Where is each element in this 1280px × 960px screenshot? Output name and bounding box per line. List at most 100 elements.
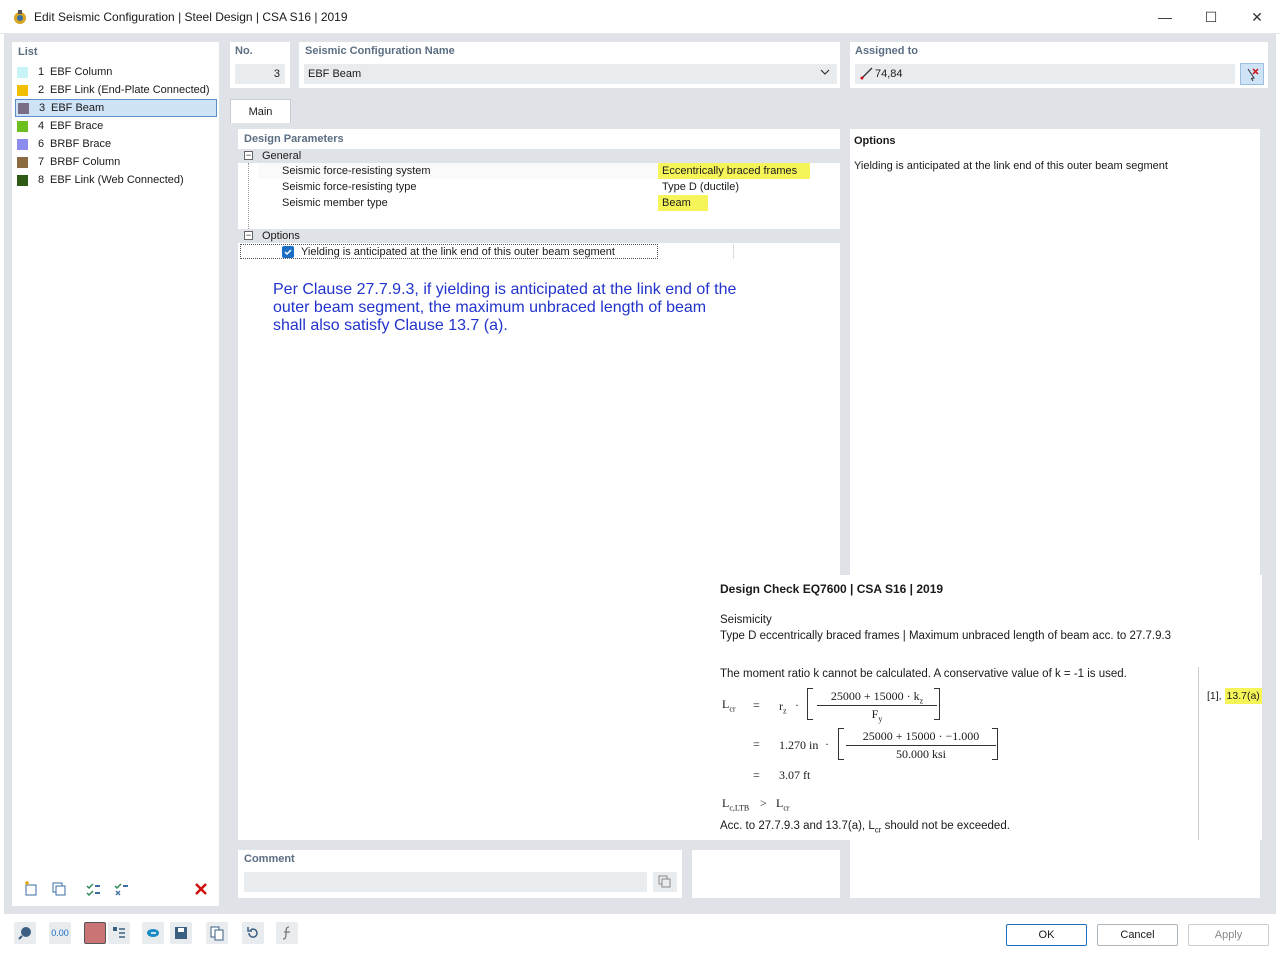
option-checkbox[interactable] bbox=[282, 246, 294, 258]
reference: [1], 13.7(a) bbox=[1207, 688, 1262, 704]
minimize-button[interactable]: — bbox=[1142, 0, 1188, 34]
decimal-places-icon[interactable]: 0.00 bbox=[49, 922, 71, 944]
uncheck-all-icon[interactable] bbox=[110, 878, 132, 900]
import-icon[interactable] bbox=[142, 922, 164, 944]
cancel-button[interactable]: Cancel bbox=[1097, 924, 1178, 946]
color-icon[interactable] bbox=[84, 922, 106, 944]
new-item-icon[interactable] bbox=[20, 878, 42, 900]
param-value-system[interactable]: Eccentrically braced frames bbox=[658, 163, 810, 179]
check-description: Type D eccentrically braced frames | Max… bbox=[720, 630, 1172, 642]
color-swatch bbox=[17, 120, 28, 132]
rz-value: 1.270 in bbox=[779, 738, 819, 752]
tab-main[interactable]: Main bbox=[230, 99, 291, 123]
app-icon bbox=[12, 9, 28, 25]
equals-3: = bbox=[753, 768, 760, 782]
close-button[interactable]: ✕ bbox=[1234, 0, 1280, 34]
apply-button[interactable]: Apply bbox=[1188, 924, 1269, 946]
check-all-icon[interactable] bbox=[82, 878, 104, 900]
list-item[interactable]: 6 BRBF Brace bbox=[15, 135, 217, 153]
assigned-field[interactable]: 74,84 bbox=[855, 64, 1235, 84]
units-icon[interactable] bbox=[108, 922, 130, 944]
reset-icon[interactable] bbox=[242, 922, 264, 944]
denominator-1: Fy bbox=[871, 707, 883, 724]
name-dropdown[interactable]: EBF Beam bbox=[304, 64, 837, 84]
rz-symbol: rz bbox=[779, 699, 787, 716]
dot-1: · bbox=[795, 698, 799, 712]
comment-copy-icon[interactable] bbox=[653, 872, 677, 892]
list-item-number: 8 bbox=[38, 174, 45, 186]
footer bbox=[0, 914, 1280, 960]
list-item-label: EBF Beam bbox=[51, 102, 105, 114]
collapse-icon[interactable]: − bbox=[244, 231, 253, 240]
list-item-label: EBF Brace bbox=[50, 120, 104, 132]
name-value: EBF Beam bbox=[308, 68, 362, 80]
name-header: Seismic Configuration Name bbox=[305, 45, 455, 57]
options-info-text: Yielding is anticipated at the link end … bbox=[854, 160, 1168, 172]
maximize-button[interactable]: ☐ bbox=[1188, 0, 1234, 34]
condition-left: Lc,LTB bbox=[722, 796, 750, 813]
save-icon[interactable] bbox=[170, 922, 192, 944]
reference-clause: 13.7(a) bbox=[1224, 688, 1262, 704]
delete-icon[interactable] bbox=[190, 878, 212, 900]
param-value-type[interactable]: Type D (ductile) bbox=[658, 179, 743, 195]
list-panel: List 1 EBF Column 2 EBF Link (End-Plate Con… bbox=[12, 42, 219, 906]
list-item[interactable]: 8 EBF Link (Web Connected) bbox=[15, 171, 217, 189]
annotation-text: Per Clause 27.7.9.3, if yielding is anti… bbox=[273, 281, 737, 334]
formula-icon[interactable] bbox=[276, 922, 298, 944]
design-params-header: Design Parameters bbox=[244, 133, 344, 145]
options-info-header: Options bbox=[854, 135, 896, 147]
color-swatch bbox=[17, 66, 28, 78]
list-item-number: 1 bbox=[38, 66, 45, 78]
result-value: 3.07 ft bbox=[779, 768, 811, 782]
general-label: General bbox=[262, 150, 302, 162]
list-item-number: 3 bbox=[39, 102, 46, 114]
options-info-bottom bbox=[850, 840, 1260, 898]
member-icon bbox=[860, 67, 873, 83]
list: 1 EBF Column 2 EBF Link (End-Plate Connecte… bbox=[15, 63, 219, 203]
list-item[interactable]: 2 EBF Link (End-Plate Connected) bbox=[15, 81, 217, 99]
color-swatch bbox=[17, 138, 28, 150]
list-item-number: 7 bbox=[38, 156, 45, 168]
reference-num: [1], bbox=[1207, 690, 1222, 702]
list-item[interactable]: 4 EBF Brace bbox=[15, 117, 217, 135]
list-item-label: BRBF Brace bbox=[50, 138, 112, 150]
list-item[interactable]: 7 BRBF Column bbox=[15, 153, 217, 171]
bracket-left-1 bbox=[807, 688, 813, 720]
list-item[interactable]: 1 EBF Column bbox=[15, 63, 217, 81]
option-row[interactable]: Yielding is anticipated at the link end … bbox=[240, 244, 658, 259]
conclusion-text: Acc. to 27.7.9.3 and 13.7(a), Lcr should… bbox=[720, 820, 1010, 835]
comment-header: Comment bbox=[244, 853, 295, 865]
bracket-left-2 bbox=[838, 728, 844, 760]
collapse-icon[interactable]: − bbox=[244, 151, 253, 160]
condition-right: Lcr bbox=[776, 796, 790, 813]
copy-item-icon[interactable] bbox=[48, 878, 70, 900]
options-group-row[interactable]: − Options bbox=[238, 229, 840, 243]
title-bar: Edit Seismic Configuration | Steel Desig… bbox=[0, 0, 1280, 34]
assigned-header: Assigned to bbox=[855, 45, 918, 57]
ok-button[interactable]: OK bbox=[1006, 924, 1087, 946]
design-check-panel: Design Check EQ7600 | CSA S16 | 2019 Sei… bbox=[712, 575, 1262, 840]
select-objects-icon[interactable] bbox=[1240, 63, 1264, 85]
fraction-bar-2 bbox=[846, 745, 996, 746]
general-group-row[interactable]: − General bbox=[238, 149, 840, 163]
no-header: No. bbox=[235, 45, 253, 57]
param-label-system: Seismic force-resisting system bbox=[282, 165, 431, 177]
copy-icon[interactable] bbox=[206, 922, 228, 944]
list-item-label: EBF Link (Web Connected) bbox=[50, 174, 184, 186]
window-title: Edit Seismic Configuration | Steel Desig… bbox=[34, 10, 348, 24]
numerator-2: 25000 + 15000 · −1.000 bbox=[862, 729, 980, 743]
list-item[interactable]: 3 EBF Beam bbox=[15, 99, 217, 117]
blank-panel bbox=[692, 850, 840, 898]
list-item-label: BRBF Column bbox=[50, 156, 121, 168]
options-label: Options bbox=[262, 230, 300, 242]
param-value-member[interactable]: Beam bbox=[658, 195, 708, 211]
search-icon[interactable] bbox=[14, 922, 36, 944]
no-field[interactable]: 3 bbox=[235, 64, 285, 84]
design-check-title: Design Check EQ7600 | CSA S16 | 2019 bbox=[720, 582, 944, 596]
denominator-2: 50.000 ksi bbox=[895, 747, 946, 761]
comment-input[interactable] bbox=[244, 872, 647, 892]
greater-than: > bbox=[760, 796, 767, 810]
numerator-1: 25000 + 15000 · kz bbox=[830, 689, 924, 706]
general-rows: Seismic force-resisting system Eccentric… bbox=[258, 163, 840, 211]
list-item-label: EBF Column bbox=[50, 66, 113, 78]
